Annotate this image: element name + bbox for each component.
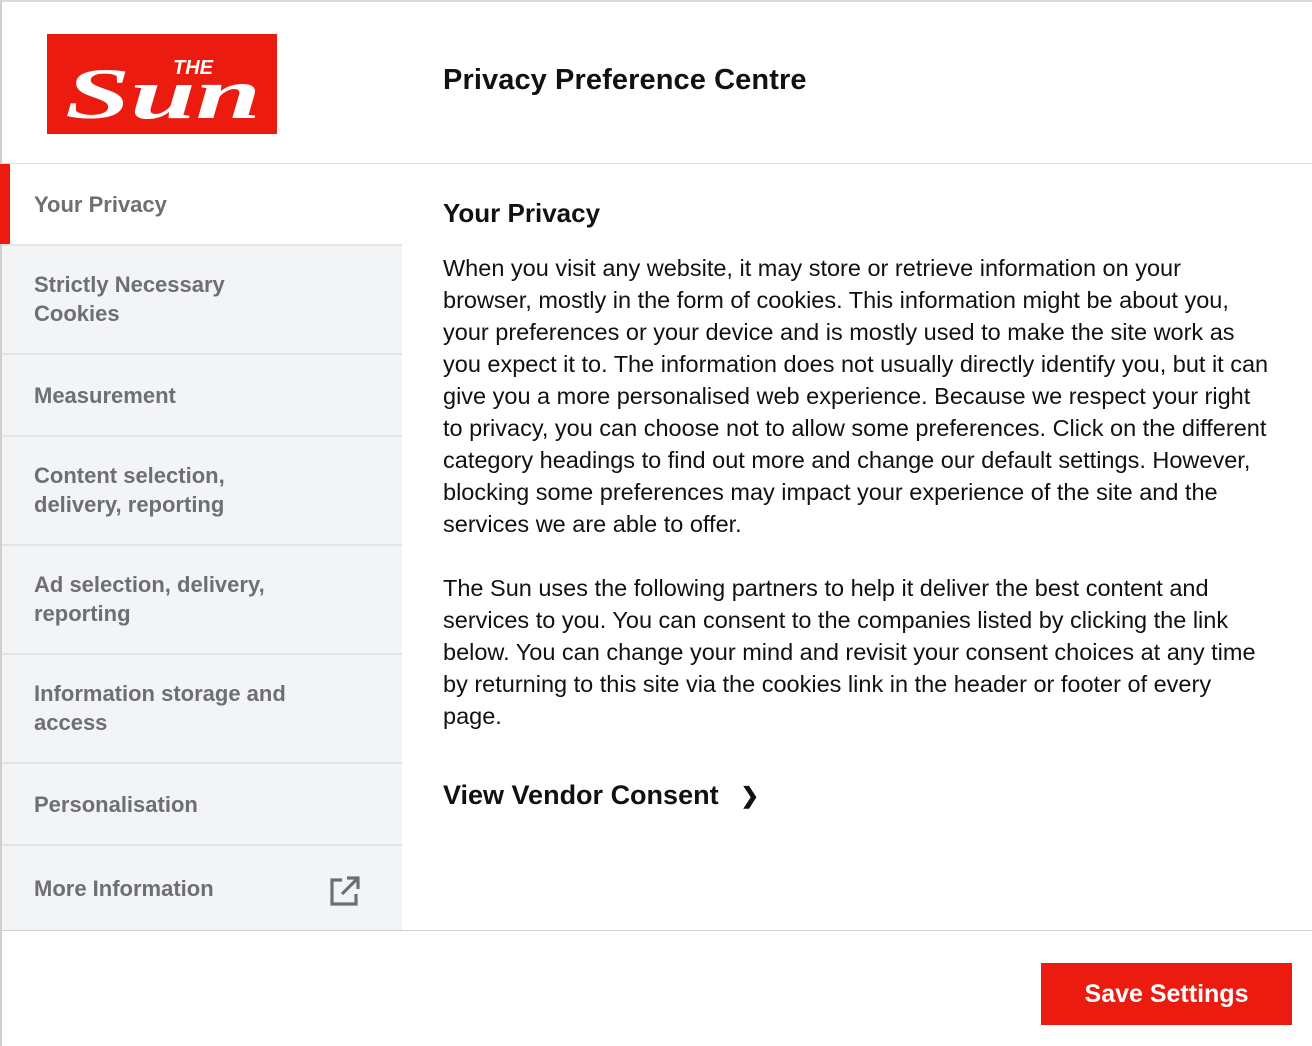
sidebar-item-information-storage[interactable]: Information storage and access [2, 655, 402, 764]
sidebar-item-label: Your Privacy [34, 192, 167, 217]
chevron-right-icon: ❯ [740, 782, 760, 808]
description-paragraph: When you visit any website, it may store… [443, 255, 1269, 537]
sidebar-item-ad-selection[interactable]: Ad selection, delivery, reporting [2, 546, 402, 655]
sidebar-item-your-privacy[interactable]: Your Privacy [0, 164, 402, 246]
save-settings-button[interactable]: Save Settings [1041, 963, 1292, 1025]
external-link-icon[interactable] [328, 874, 362, 908]
modal-footer: Save Settings [2, 930, 1312, 1046]
content-description: When you visit any website, it may store… [443, 252, 1273, 760]
modal-header: THE Sun Privacy Preference Centre [2, 2, 1312, 164]
sidebar-item-personalisation[interactable]: Personalisation [2, 764, 402, 846]
sidebar-item-label: Strictly Necessary Cookies [34, 272, 225, 326]
view-vendor-consent-link[interactable]: View Vendor Consent ❯ [443, 780, 759, 811]
category-content: Your Privacy When you visit any website,… [443, 164, 1273, 930]
modal-title: Privacy Preference Centre [443, 64, 807, 96]
vendor-link-label: View Vendor Consent [443, 780, 719, 810]
content-heading: Your Privacy [443, 198, 601, 228]
category-sidebar: Your Privacy Strictly Necessary Cookies … [0, 164, 402, 930]
sidebar-item-label: Measurement [34, 383, 176, 408]
sidebar-item-strictly-necessary-cookies[interactable]: Strictly Necessary Cookies [2, 246, 402, 355]
sidebar-item-measurement[interactable]: Measurement [2, 355, 402, 437]
sidebar-item-label: Ad selection, delivery, reporting [34, 572, 265, 626]
sidebar-item-label: More Information [34, 876, 214, 901]
description-paragraph: The Sun uses the following partners to h… [443, 575, 1256, 729]
sidebar-item-label: Information storage and access [34, 681, 286, 735]
logo-large-text: Sun [65, 54, 261, 124]
sidebar-item-more-information[interactable]: More Information [2, 846, 402, 930]
sidebar-item-label: Content selection, delivery, reporting [34, 463, 225, 517]
sun-logo-icon: THE Sun [65, 54, 261, 124]
sidebar-item-content-selection[interactable]: Content selection, delivery, reporting [2, 437, 402, 546]
sun-logo: THE Sun [47, 34, 277, 134]
privacy-preference-modal: THE Sun Privacy Preference Centre Your P… [0, 0, 1312, 1046]
sidebar-item-label: Personalisation [34, 792, 198, 817]
